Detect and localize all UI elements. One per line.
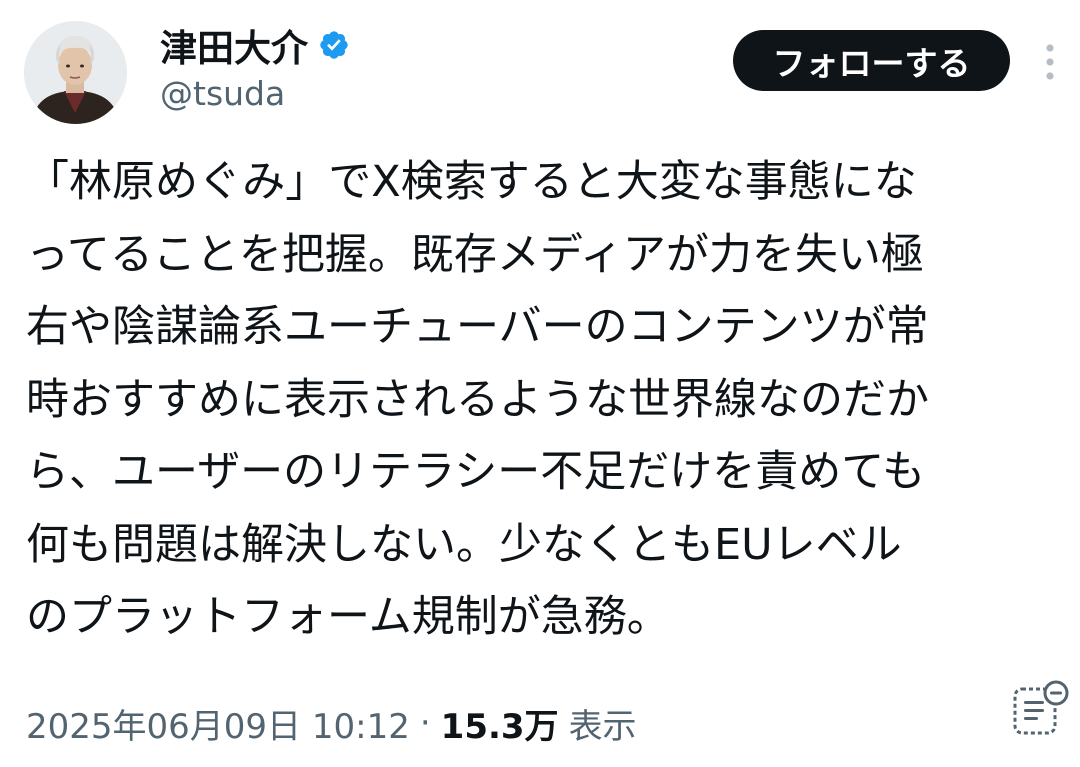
tweet-text-line: のプラットフォーム規制が急務。 [26,592,670,642]
author-handle[interactable]: @tsuda [160,74,285,113]
tweet-timestamp[interactable]: 2025年06月09日 10:12 [26,699,410,748]
view-count: 15.3万 [440,706,559,747]
author-display-name[interactable]: 津田大介 [160,18,308,72]
avatar[interactable] [24,21,127,124]
tweet-text-line: 「林原めぐみ」でX検索すると大変な事態にな [26,157,917,207]
tweet-text-line: 時おすすめに表示されるような世界線なのだか [26,374,929,425]
follow-button[interactable]: フォローする [733,30,1010,91]
tweet-meta: 2025年06月09日 10:12 · 15.3万 表示 [26,696,637,750]
tweet-text-line: ら、ユーザーのリテラシー不足だけを責めても [26,447,926,497]
tweet-text: 「林原めぐみ」でX検索すると大変な事態にな ってることを把握。既存メディアが力を… [26,146,1060,654]
meta-separator: · [419,703,431,743]
tweet-text-line: ってることを把握。既存メディアが力を失い極 [26,229,924,280]
verified-badge-icon[interactable] [318,29,350,61]
tweet-text-line: 右や陰謀論系ユーチューバーのコンテンツが常 [26,302,929,352]
views-label: 表示 [568,706,637,747]
tweet-text-line: 何も問題は解決しない。少なくともEUレベル [26,519,902,570]
author-name-row: 津田大介 [160,20,350,70]
more-vertical-icon[interactable] [1037,42,1063,82]
grok-summary-icon[interactable] [1011,680,1071,740]
